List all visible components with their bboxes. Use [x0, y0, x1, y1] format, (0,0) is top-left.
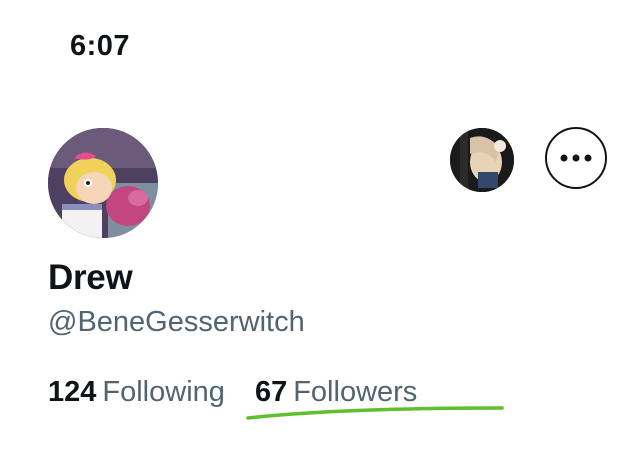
profile-stats: 124 Following 67 Followers	[48, 376, 417, 409]
avatar-cartoon-image	[48, 128, 158, 238]
secondary-avatar-image	[450, 128, 514, 192]
followers-link[interactable]: 67 Followers	[255, 376, 417, 409]
more-horizontal-icon	[560, 154, 592, 162]
following-count: 124	[48, 376, 97, 408]
secondary-avatar[interactable]	[450, 128, 514, 192]
following-link[interactable]: 124 Following	[48, 376, 225, 409]
more-options-button[interactable]	[545, 127, 607, 189]
status-bar-time: 6:07	[70, 30, 131, 62]
profile-handle: @BeneGesserwitch	[48, 306, 305, 338]
following-label: Following	[102, 376, 225, 408]
profile-avatar[interactable]	[48, 128, 158, 238]
followers-count: 67	[254, 376, 288, 408]
followers-label: Followers	[293, 376, 418, 408]
profile-display-name: Drew	[48, 258, 133, 297]
